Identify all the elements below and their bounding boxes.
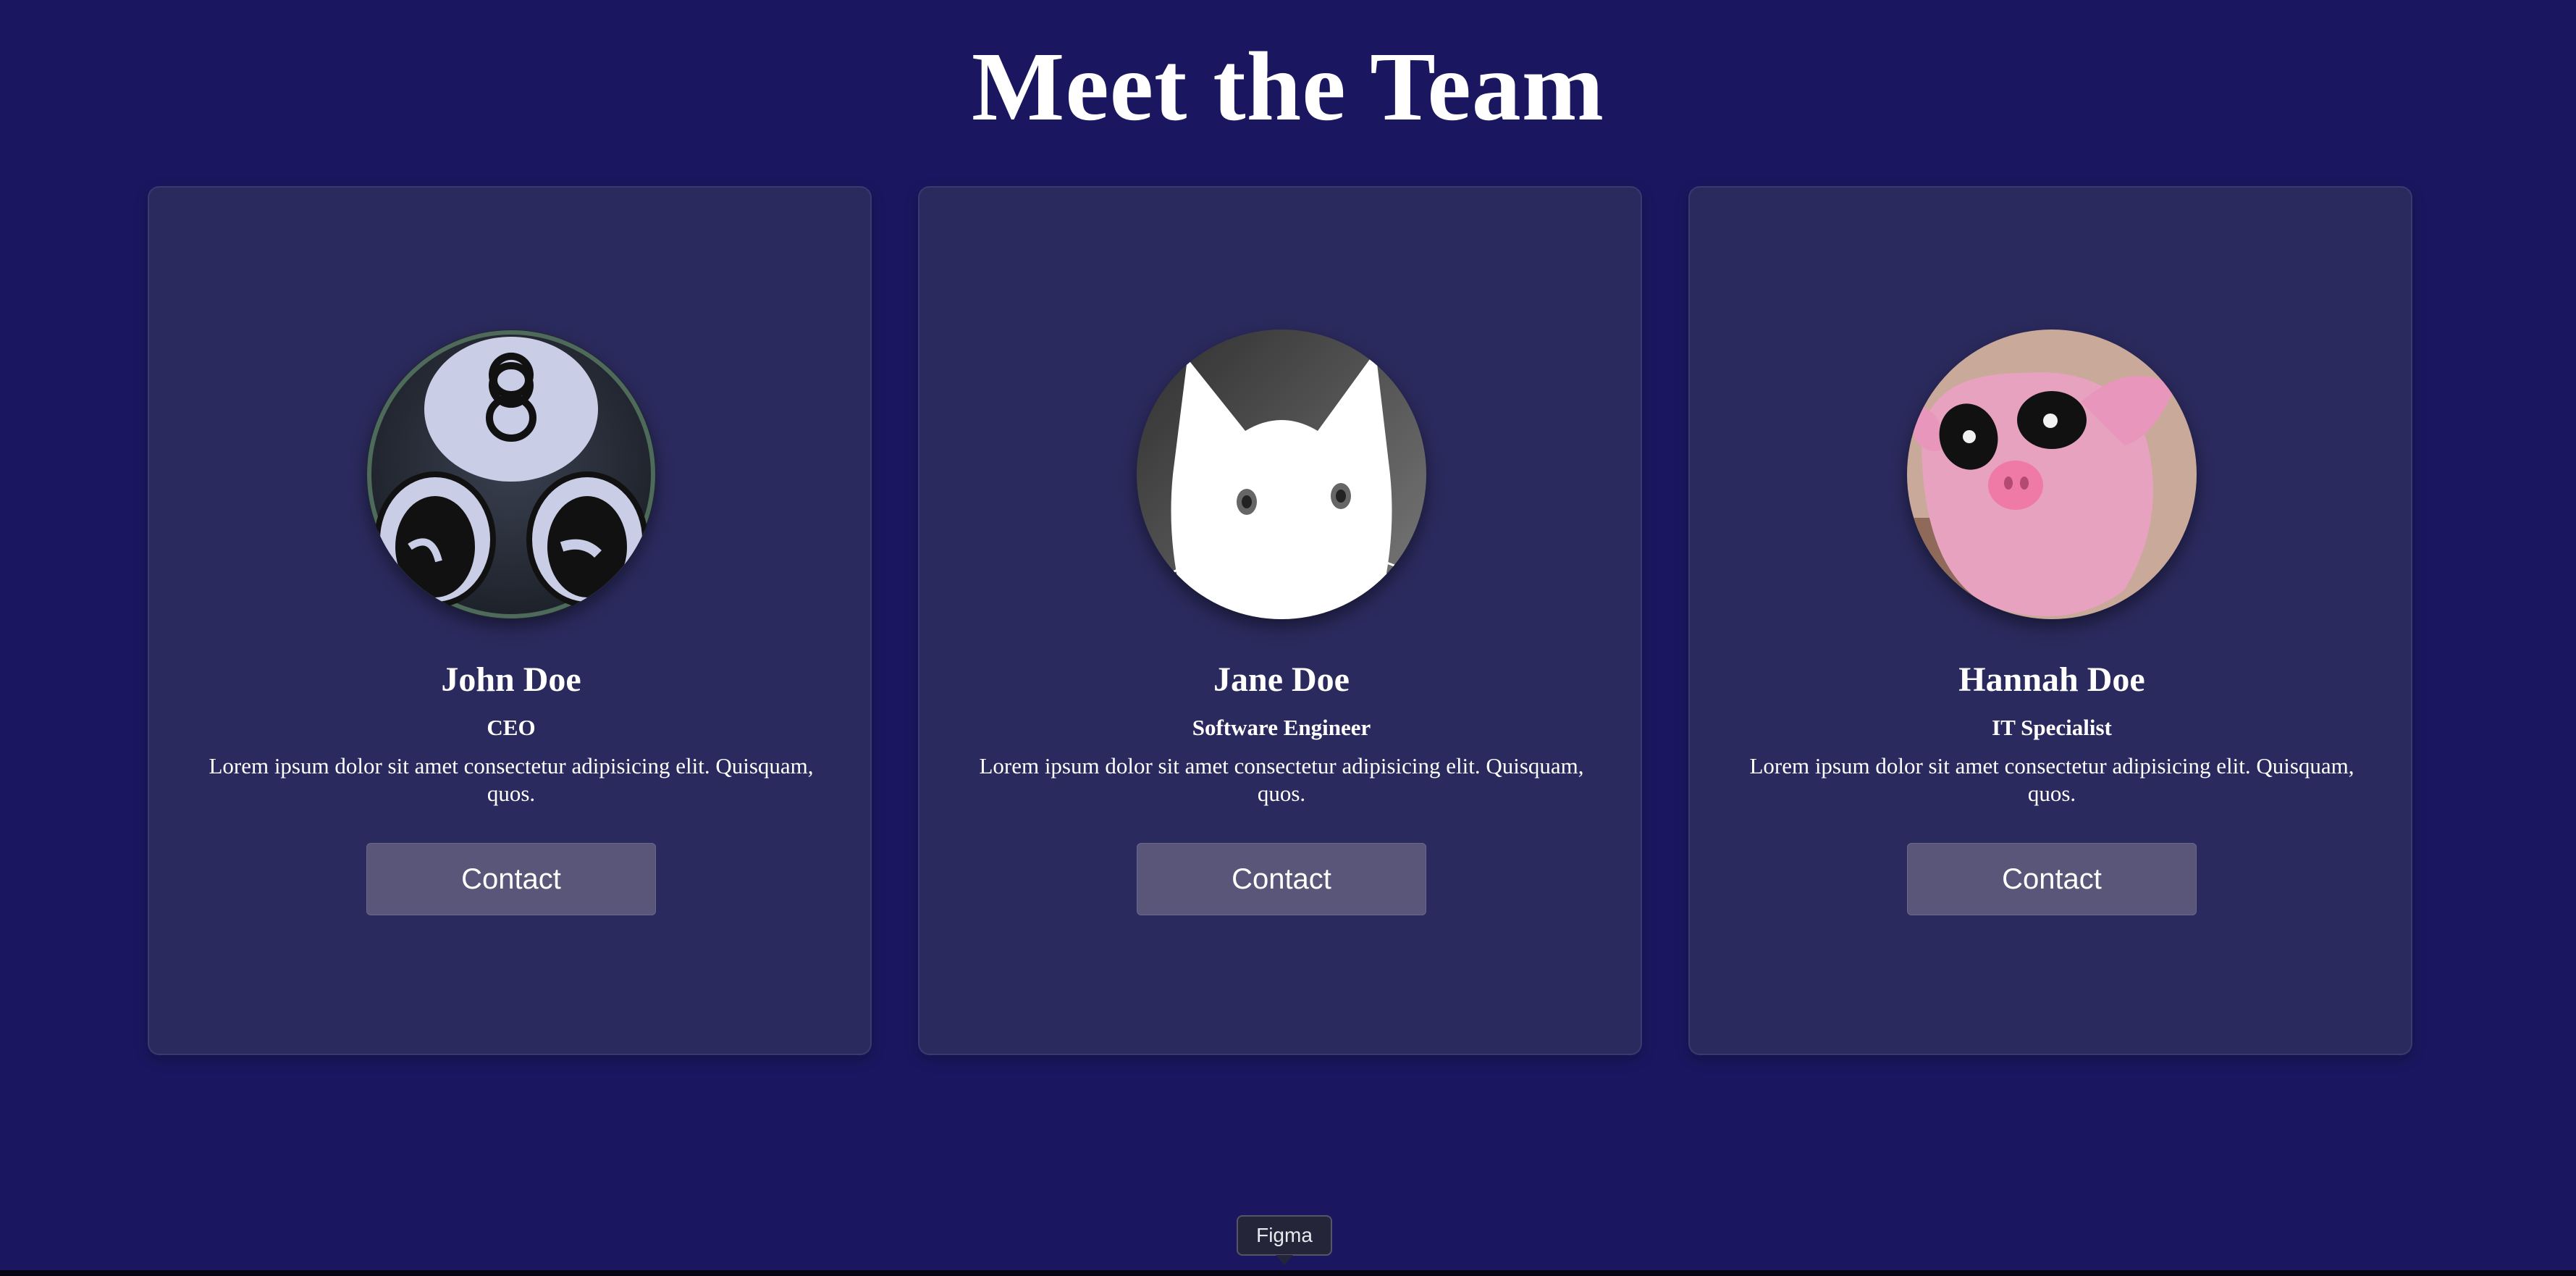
contact-button-jane-doe[interactable]: Contact: [1137, 843, 1426, 915]
member-name: Hannah Doe: [1958, 660, 2145, 699]
member-name: Jane Doe: [1213, 660, 1350, 699]
page-title: Meet the Team: [971, 33, 1605, 141]
member-role: Software Engineer: [1192, 715, 1371, 740]
pink-pig-avatar-icon: [1907, 330, 2197, 619]
team-card-john-doe: John Doe CEO Lorem ipsum dolor sit amet …: [148, 186, 872, 1055]
figma-tooltip: Figma: [1237, 1215, 1332, 1256]
team-card-hannah-doe: Hannah Doe IT Specialist Lorem ipsum dol…: [1688, 186, 2412, 1055]
team-card-jane-doe: Jane Doe Software Engineer Lorem ipsum d…: [918, 186, 1642, 1055]
team-cards: John Doe CEO Lorem ipsum dolor sit amet …: [148, 186, 2412, 1055]
contact-button-hannah-doe[interactable]: Contact: [1907, 843, 2197, 915]
member-name: John Doe: [441, 660, 581, 699]
pink-pig-avatar-icon: [1907, 330, 2197, 619]
contact-button-john-doe[interactable]: Contact: [366, 843, 656, 915]
member-bio: Lorem ipsum dolor sit amet consectetur a…: [1749, 753, 2354, 806]
member-role: IT Specialist: [1992, 715, 2112, 740]
bottom-bar: [0, 1270, 2576, 1276]
member-bio: Lorem ipsum dolor sit amet consectetur a…: [979, 753, 1584, 806]
member-bio: Lorem ipsum dolor sit amet consectetur a…: [209, 753, 814, 806]
white-cat-avatar-icon: [1137, 330, 1426, 619]
white-cat-avatar-icon: [1137, 330, 1426, 619]
tooltip-arrow: [1276, 1255, 1293, 1265]
eight-ball-avatar-icon: [366, 330, 656, 619]
member-role: CEO: [487, 715, 536, 740]
eight-ball-avatar-icon: [366, 330, 656, 619]
